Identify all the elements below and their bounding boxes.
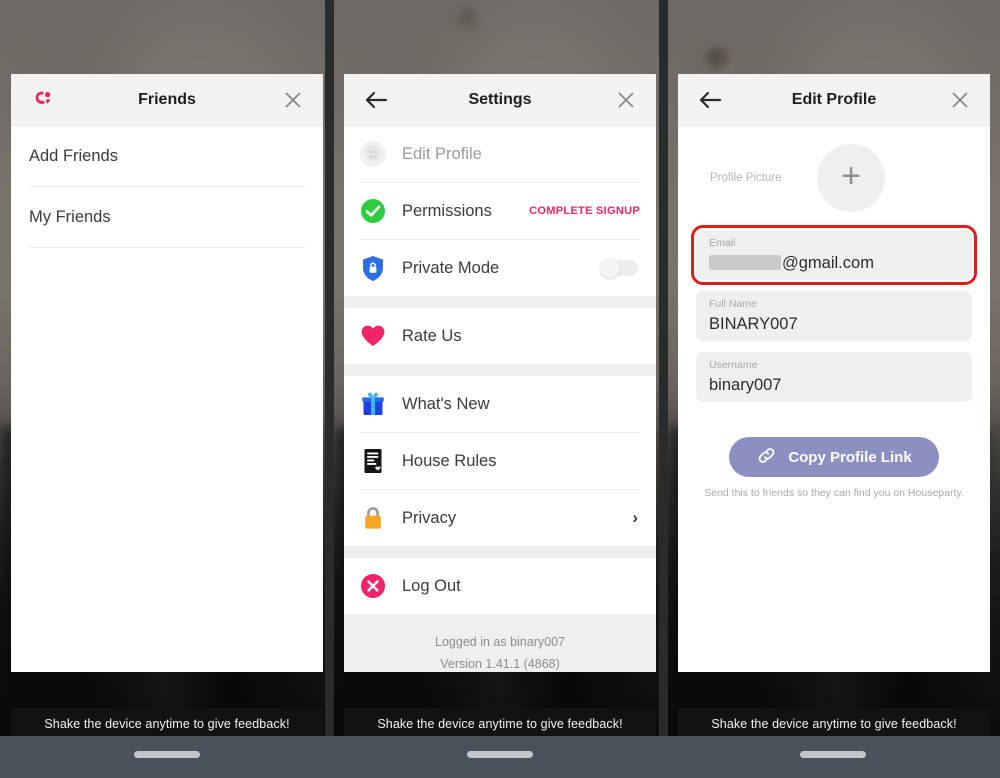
gift-icon xyxy=(358,389,388,419)
door-knob-blur xyxy=(454,6,488,36)
add-profile-picture-button[interactable]: + xyxy=(817,144,885,212)
divider xyxy=(29,247,305,248)
close-icon[interactable] xyxy=(608,82,644,118)
link-chain-icon xyxy=(756,445,777,470)
settings-row-house-rules[interactable]: House Rules xyxy=(344,433,656,489)
email-domain-text: @gmail.com xyxy=(782,254,874,272)
chevron-right-icon: › xyxy=(632,508,638,527)
settings-row-label: Privacy xyxy=(402,508,457,527)
document-icon xyxy=(358,446,388,476)
group-spacer xyxy=(344,546,656,558)
feedback-toast-text: Shake the device anytime to give feedbac… xyxy=(44,717,290,731)
padlock-icon xyxy=(358,503,388,533)
full-name-field[interactable]: Full Name BINARY007 xyxy=(696,291,972,341)
friends-list: Add Friends My Friends xyxy=(11,126,323,248)
edit-profile-panel: Edit Profile Profile Picture + Email @gm… xyxy=(678,74,990,672)
full-name-field-value: BINARY007 xyxy=(709,315,798,333)
friends-item-add-friends[interactable]: Add Friends xyxy=(11,126,323,186)
username-field-value: binary007 xyxy=(709,376,782,394)
screenshot-root: Friends Add Friends My Friends Settings … xyxy=(0,0,1000,778)
edit-profile-header: Edit Profile xyxy=(678,74,990,126)
profile-picture-label: Profile Picture xyxy=(710,172,782,184)
logged-in-as-text: Logged in as binary007 xyxy=(435,635,565,649)
friends-header: Friends xyxy=(11,74,323,126)
home-indicator-pill[interactable] xyxy=(800,751,866,758)
settings-group-account: Edit Profile Permissions COMPLETE SIGNUP xyxy=(344,126,656,296)
settings-group-session: Log Out xyxy=(344,558,656,614)
settings-row-label: Edit Profile xyxy=(402,144,482,163)
settings-row-edit-profile[interactable]: Edit Profile xyxy=(344,126,656,182)
settings-panel: Settings Edit Profile Permissions COMPLE… xyxy=(344,74,656,672)
feedback-toast-text: Shake the device anytime to give feedbac… xyxy=(711,717,957,731)
private-mode-toggle[interactable] xyxy=(600,258,640,278)
email-field-value: @gmail.com xyxy=(709,250,959,276)
email-field[interactable]: Email @gmail.com xyxy=(691,225,977,285)
copy-link-note: Send this to friends so they can find yo… xyxy=(704,487,964,499)
group-spacer xyxy=(344,296,656,308)
avatar-placeholder-icon xyxy=(358,139,388,169)
close-icon[interactable] xyxy=(942,82,978,118)
system-navigation-bar xyxy=(0,736,1000,778)
door-knob-blur xyxy=(703,46,737,76)
settings-header: Settings xyxy=(344,74,656,126)
friends-item-label: My Friends xyxy=(29,207,111,226)
profile-picture-row: Profile Picture + xyxy=(696,126,972,230)
copy-link-section: Copy Profile Link Send this to friends s… xyxy=(696,413,972,499)
settings-row-label: House Rules xyxy=(402,451,497,470)
settings-body: Edit Profile Permissions COMPLETE SIGNUP xyxy=(344,126,656,672)
friends-panel: Friends Add Friends My Friends xyxy=(11,74,323,672)
app-version-text: Version 1.41.1 (4868) xyxy=(440,656,560,671)
blue-shield-lock-icon xyxy=(358,253,388,283)
group-spacer xyxy=(344,364,656,376)
settings-row-label: What's New xyxy=(402,394,490,413)
settings-row-rate-us[interactable]: Rate Us xyxy=(344,308,656,364)
green-check-icon xyxy=(358,196,388,226)
full-name-field-label: Full Name xyxy=(709,298,757,310)
settings-row-private-mode[interactable]: Private Mode xyxy=(344,240,656,296)
home-indicator-pill[interactable] xyxy=(134,751,200,758)
settings-row-label: Private Mode xyxy=(402,258,500,277)
email-field-label: Email xyxy=(709,237,736,249)
settings-footer: Logged in as binary007 Version 1.41.1 (4… xyxy=(344,614,656,672)
settings-group-info: What's New House Rules Privacy › xyxy=(344,376,656,546)
friends-item-my-friends[interactable]: My Friends xyxy=(11,187,323,247)
settings-row-label: Rate Us xyxy=(402,326,462,345)
settings-row-label: Permissions xyxy=(402,201,492,220)
settings-group-rate: Rate Us xyxy=(344,308,656,364)
friends-item-label: Add Friends xyxy=(29,146,118,165)
close-icon[interactable] xyxy=(275,82,311,118)
settings-row-log-out[interactable]: Log Out xyxy=(344,558,656,614)
username-field[interactable]: Username binary007 xyxy=(696,352,972,402)
feedback-toast-text: Shake the device anytime to give feedbac… xyxy=(377,717,623,731)
redacted-email-block xyxy=(709,255,781,270)
home-indicator-pill[interactable] xyxy=(467,751,533,758)
status-badge-complete-signup: COMPLETE SIGNUP xyxy=(529,205,640,217)
copy-profile-link-button[interactable]: Copy Profile Link xyxy=(729,437,939,477)
settings-row-permissions[interactable]: Permissions COMPLETE SIGNUP xyxy=(344,183,656,239)
edit-profile-body: Profile Picture + Email @gmail.com Full … xyxy=(678,126,990,499)
username-field-label: Username xyxy=(709,359,758,371)
toggle-thumb xyxy=(600,258,620,278)
copy-profile-link-label: Copy Profile Link xyxy=(788,448,912,466)
settings-row-whats-new[interactable]: What's New xyxy=(344,376,656,432)
settings-row-label: Log Out xyxy=(402,576,461,595)
plus-icon: + xyxy=(841,157,861,195)
close-circle-icon xyxy=(358,571,388,601)
heart-icon xyxy=(358,321,388,351)
settings-row-privacy[interactable]: Privacy › xyxy=(344,490,656,546)
